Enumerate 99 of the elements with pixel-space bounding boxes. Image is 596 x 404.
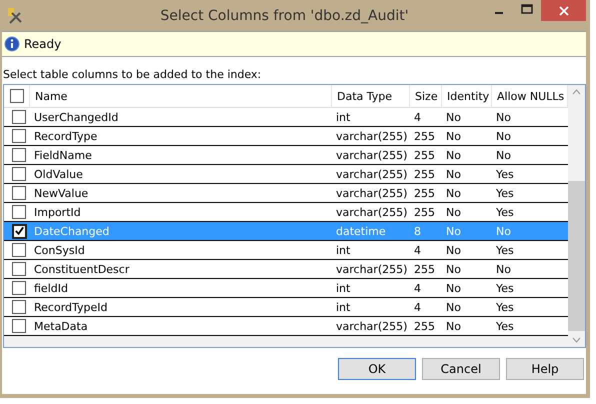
table-cell: No — [446, 168, 461, 180]
window-title: Select Columns from 'dbo.zd_Audit' — [159, 8, 410, 24]
table-cell: varchar(255) — [336, 148, 408, 162]
dialog-button[interactable]: Help — [506, 358, 584, 380]
table-cell: No — [446, 130, 461, 142]
table-cell: No — [496, 130, 511, 142]
dialog-button[interactable]: Cancel — [422, 358, 500, 380]
table-cell: Yes — [496, 186, 514, 200]
table-cell: ConSysId — [34, 244, 85, 256]
table-cell: RecordType — [34, 130, 98, 142]
column-header[interactable]: Identity — [442, 85, 492, 107]
column-header[interactable]: Size — [410, 85, 442, 107]
row-checkbox[interactable] — [12, 148, 26, 162]
table-cell: No — [446, 300, 461, 314]
table-row[interactable]: OldValue varchar(255) 255 No Yes — [4, 165, 568, 184]
table-cell: 255 — [414, 168, 435, 180]
row-checkbox[interactable] — [12, 224, 26, 238]
table-row[interactable]: fieldId int 4 No Yes — [4, 279, 568, 298]
table-row[interactable]: MetaData varchar(255) 255 No Yes — [4, 317, 568, 336]
table-cell: 4 — [414, 244, 421, 256]
table-cell: Yes — [496, 282, 514, 294]
table-cell: UserChangedId — [34, 110, 118, 124]
table-cell: NewValue — [34, 186, 88, 200]
table-cell: MetaData — [34, 320, 88, 332]
row-checkbox[interactable] — [12, 243, 26, 257]
table-cell: No — [446, 320, 461, 332]
table-cell: 8 — [414, 224, 421, 238]
table-cell: Yes — [496, 300, 514, 314]
table-cell: 255 — [414, 130, 435, 142]
row-checkbox[interactable] — [12, 262, 26, 276]
table-cell: No — [446, 148, 461, 162]
table-cell: 4 — [414, 300, 421, 314]
table-cell: 255 — [414, 186, 435, 200]
table-cell: No — [446, 206, 461, 218]
scroll-thumb[interactable] — [568, 181, 585, 331]
table-cell: No — [496, 110, 511, 124]
table-cell: int — [336, 244, 350, 256]
table-cell: Yes — [496, 320, 514, 332]
row-checkbox[interactable] — [12, 319, 26, 333]
table-cell: No — [446, 186, 461, 200]
table-cell: No — [446, 110, 461, 124]
table-cell: int — [336, 282, 350, 294]
table-cell: 255 — [414, 320, 435, 332]
table-cell: No — [446, 262, 461, 276]
table-cell: No — [446, 224, 461, 238]
close-button[interactable] — [541, 0, 586, 21]
table-row[interactable]: RecordType varchar(255) 255 No No — [4, 127, 568, 146]
instruction-text: Select table columns to be added to the index: — [2, 67, 262, 81]
table-cell: Yes — [496, 244, 514, 256]
row-checkbox[interactable] — [12, 205, 26, 219]
dialog-button[interactable]: OK — [338, 358, 416, 380]
table-cell: OldValue — [34, 168, 83, 180]
table-cell: varchar(255) — [336, 262, 408, 276]
table-cell: 4 — [414, 110, 421, 124]
table-row[interactable]: ConSysId int 4 No Yes — [4, 241, 568, 260]
table-cell: Yes — [496, 168, 514, 180]
table-cell: varchar(255) — [336, 168, 408, 180]
table-cell: varchar(255) — [336, 206, 408, 218]
table-cell: ConstituentDescr — [34, 262, 130, 276]
row-checkbox[interactable] — [12, 129, 26, 143]
table-row[interactable]: ImportId varchar(255) 255 No Yes — [4, 203, 568, 222]
table-cell: No — [496, 148, 511, 162]
table-cell: No — [496, 224, 511, 238]
tools-icon — [6, 6, 24, 24]
table-cell: int — [336, 110, 350, 124]
row-checkbox[interactable] — [12, 167, 26, 181]
table-row[interactable]: NewValue varchar(255) 255 No Yes — [4, 184, 568, 203]
select-all-checkbox[interactable] — [10, 89, 24, 103]
row-checkbox[interactable] — [12, 186, 26, 200]
table-cell: 255 — [414, 148, 435, 162]
table-cell: No — [446, 244, 461, 256]
info-icon — [4, 36, 20, 52]
row-checkbox[interactable] — [12, 110, 26, 124]
table-cell: 255 — [414, 262, 435, 276]
table-cell: 255 — [414, 206, 435, 218]
table-cell: datetime — [336, 224, 386, 238]
table-row[interactable]: UserChangedId int 4 No No — [4, 108, 568, 127]
table-cell: varchar(255) — [336, 186, 408, 200]
table-cell: RecordTypeId — [34, 300, 108, 314]
table-cell: int — [336, 300, 350, 314]
table-cell: ImportId — [34, 206, 81, 218]
table-cell: No — [496, 262, 511, 276]
table-row[interactable]: ConstituentDescr varchar(255) 255 No No — [4, 260, 568, 279]
close-icon — [558, 6, 568, 16]
table-row[interactable]: RecordTypeId int 4 No Yes — [4, 298, 568, 317]
row-checkbox[interactable] — [12, 300, 26, 314]
table-cell: varchar(255) — [336, 130, 408, 142]
table-cell: varchar(255) — [336, 320, 408, 332]
table-row[interactable]: FieldName varchar(255) 255 No No — [4, 146, 568, 165]
table-cell: FieldName — [34, 148, 92, 162]
column-header[interactable]: Data Type — [332, 85, 410, 107]
status-text: Ready — [24, 37, 62, 51]
table-cell: 4 — [414, 282, 421, 294]
row-checkbox[interactable] — [12, 281, 26, 295]
column-header[interactable]: Name — [30, 85, 332, 107]
table-cell: No — [446, 282, 461, 294]
table-cell: DateChanged — [34, 224, 110, 238]
table-cell: fieldId — [34, 282, 68, 294]
table-cell: Yes — [496, 206, 514, 218]
